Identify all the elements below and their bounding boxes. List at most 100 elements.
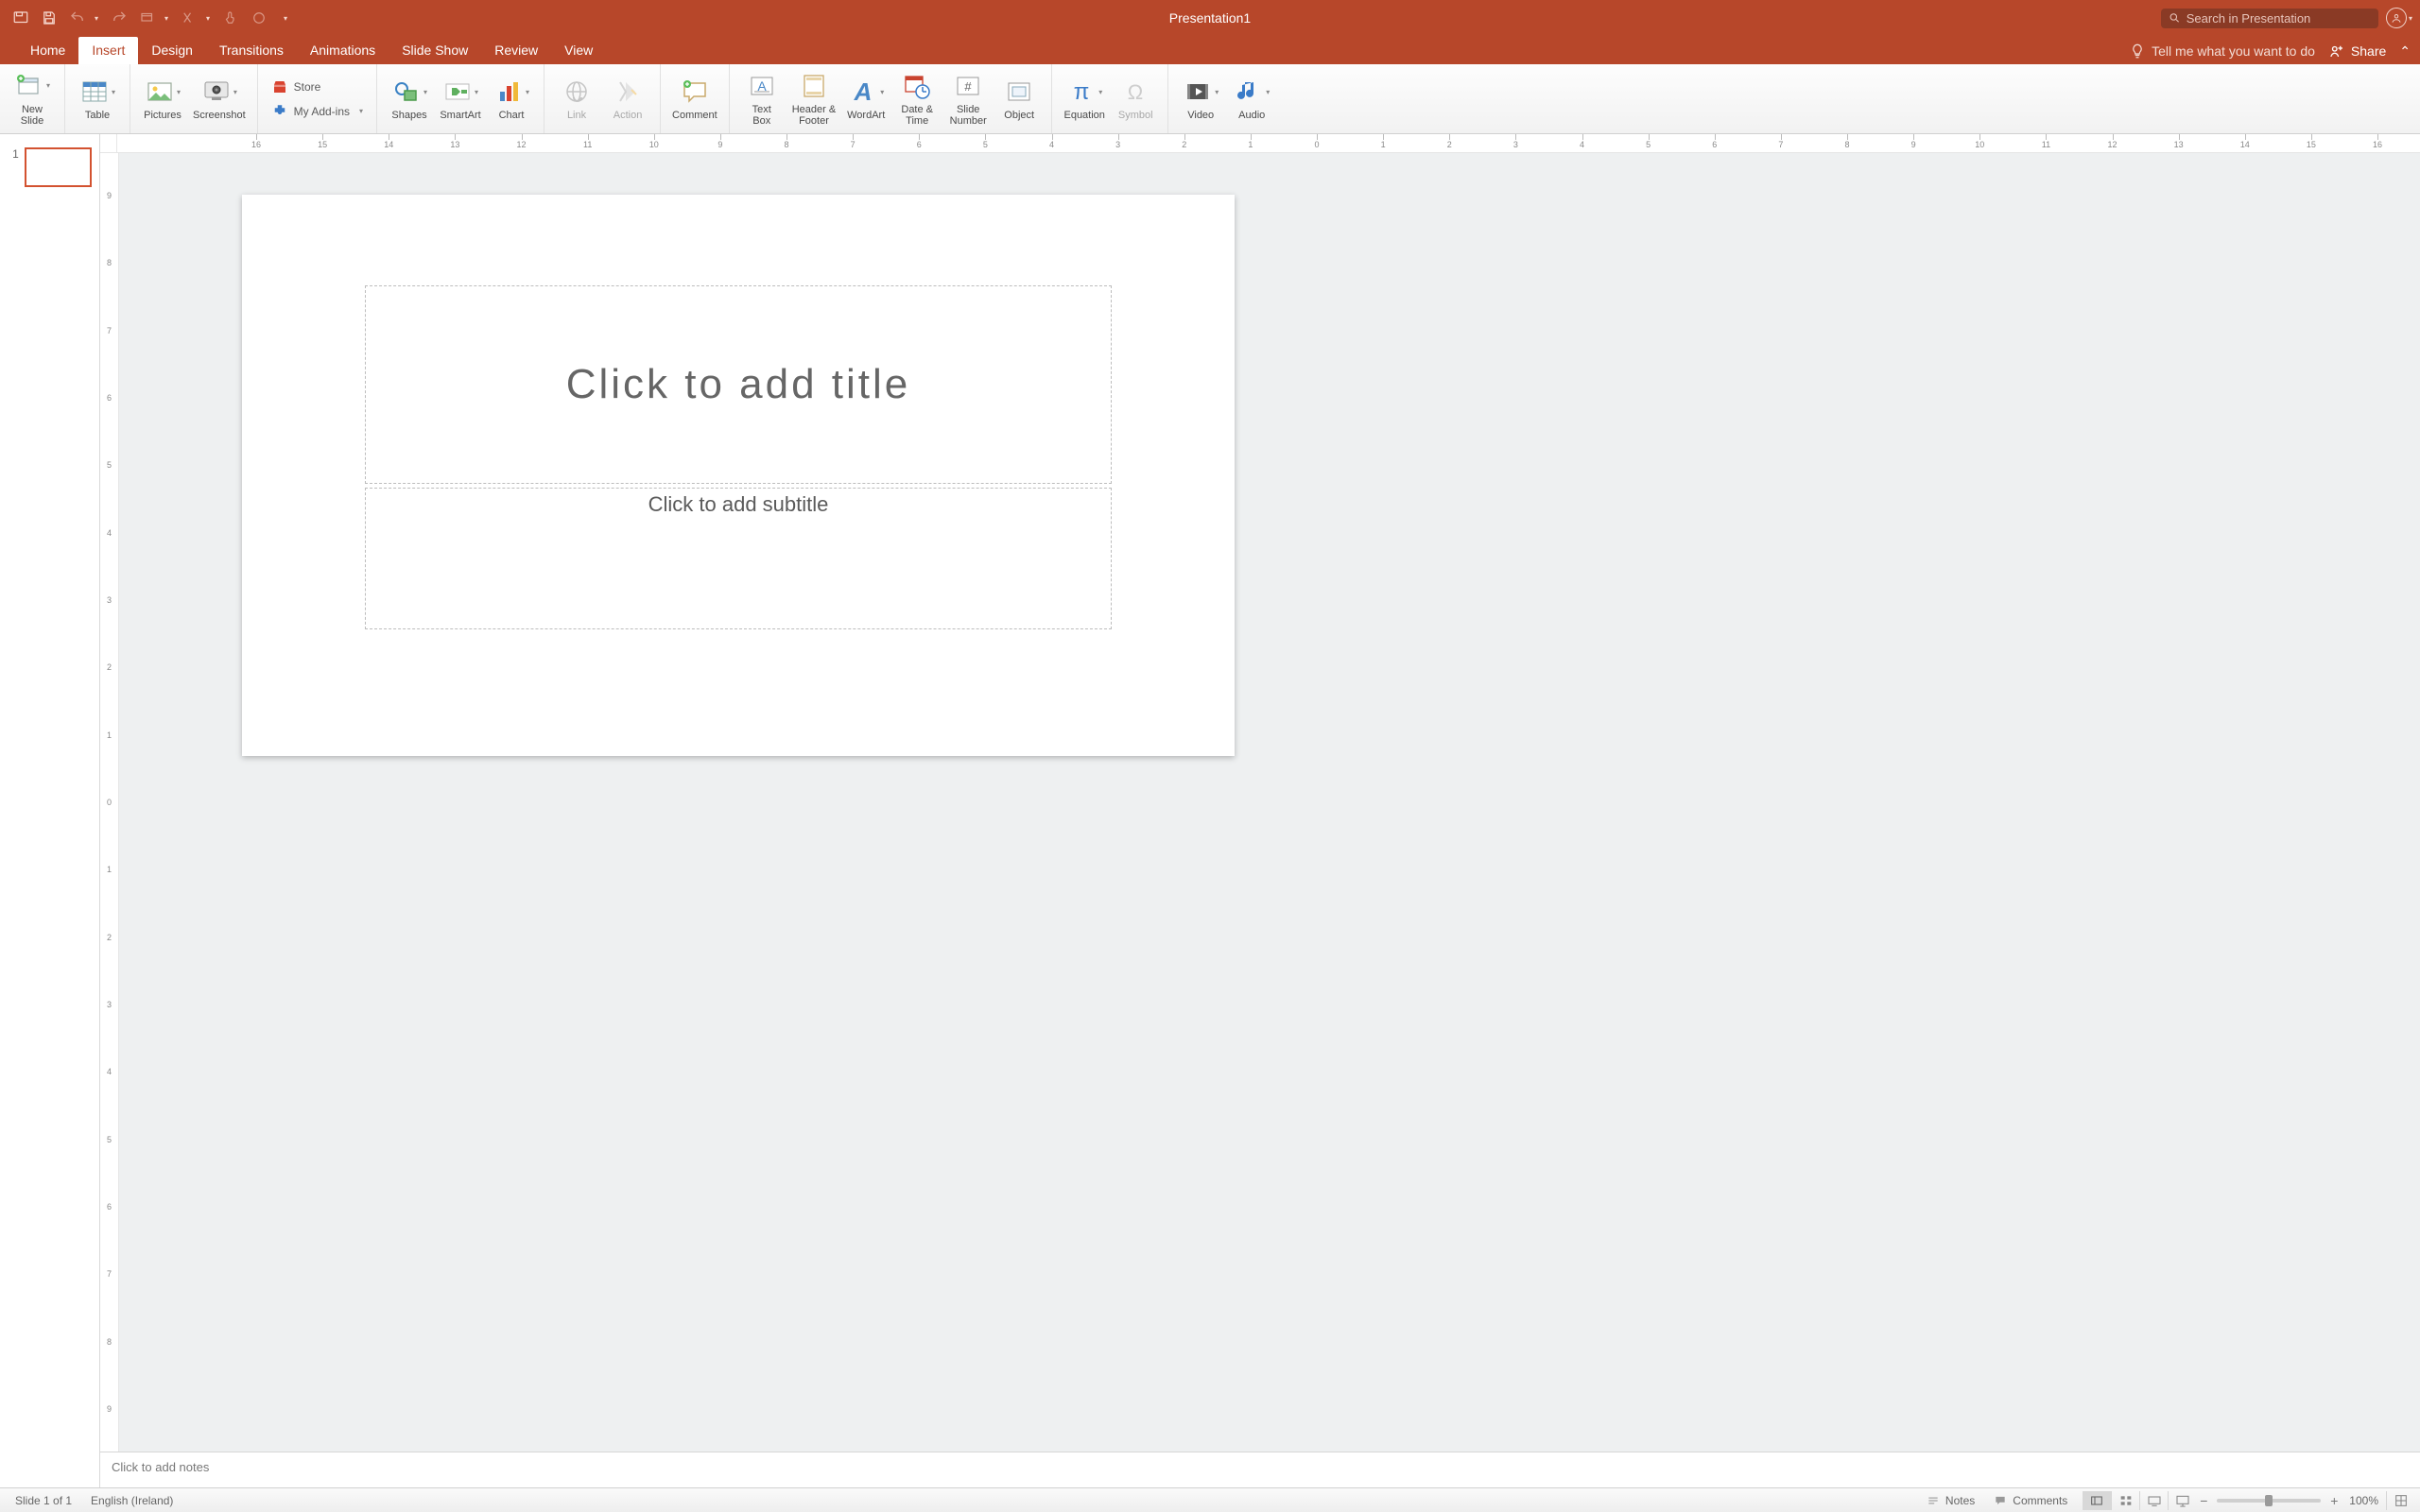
zoom-slider-knob[interactable] [2265, 1495, 2273, 1506]
object-button[interactable]: Object [994, 68, 1044, 129]
zoom-in-button[interactable]: + [2326, 1493, 2342, 1508]
cut-icon[interactable] [176, 6, 202, 30]
screenshot-label: Screenshot [193, 110, 246, 122]
store-label: Store [294, 80, 321, 94]
touch-icon[interactable] [217, 6, 244, 30]
wordart-label: WordArt [847, 110, 885, 122]
wordart-icon: A [848, 77, 878, 107]
autosave-icon[interactable] [8, 6, 34, 30]
status-slide-count[interactable]: Slide 1 of 1 [6, 1494, 81, 1507]
video-button[interactable]: ▾ Video [1176, 68, 1225, 129]
my-addins-button[interactable]: My Add-ins ▾ [268, 101, 367, 122]
slide-thumbnails-pane[interactable]: 1 [0, 134, 100, 1487]
view-sorter-button[interactable] [2111, 1491, 2139, 1510]
action-button[interactable]: Action [603, 68, 652, 129]
notes-pane[interactable]: Click to add notes [100, 1452, 2420, 1487]
ribbon: ▾ New Slide ▾ Table ▾ Pictures ▾ [0, 64, 2420, 134]
tab-view[interactable]: View [551, 37, 606, 64]
shapes-label: Shapes [391, 110, 426, 122]
symbol-button[interactable]: Ω Symbol [1111, 68, 1160, 129]
slide-stage[interactable]: Click to add title Click to add subtitle [119, 153, 2420, 1452]
date-time-button[interactable]: Date & Time [892, 68, 942, 129]
thumbnail-index: 1 [8, 147, 19, 161]
search-box[interactable] [2161, 9, 2378, 28]
view-sorter-icon [2118, 1493, 2134, 1508]
smartart-button[interactable]: ▾ SmartArt [436, 68, 485, 129]
header-footer-button[interactable]: Header & Footer [788, 68, 839, 129]
view-reading-button[interactable] [2139, 1491, 2168, 1510]
redo-icon[interactable] [106, 6, 132, 30]
collapse-ribbon-icon[interactable]: ⌃ [2399, 43, 2411, 60]
screenshot-button[interactable]: ▾ Screenshot [189, 68, 250, 129]
audio-button[interactable]: ▾ Audio [1227, 68, 1276, 129]
save-icon[interactable] [36, 6, 62, 30]
wordart-button[interactable]: A▾ WordArt [841, 68, 890, 129]
chart-icon [493, 77, 524, 107]
title-placeholder[interactable]: Click to add title [365, 285, 1112, 484]
pictures-button[interactable]: ▾ Pictures [138, 68, 187, 129]
tab-review[interactable]: Review [481, 37, 551, 64]
qat-customize-dropdown[interactable]: ▾ [282, 14, 289, 23]
chart-button[interactable]: ▾ Chart [487, 68, 536, 129]
tab-transitions[interactable]: Transitions [206, 37, 297, 64]
header-footer-label: Header & Footer [792, 104, 836, 128]
vertical-ruler: 9876543210123456789 [100, 153, 119, 1452]
slide-number-icon: # [953, 71, 983, 101]
zoom-level[interactable]: 100% [2342, 1494, 2386, 1507]
action-label: Action [614, 110, 643, 122]
thumbnail-row[interactable]: 1 [8, 147, 92, 187]
group-slides: ▾ New Slide [0, 64, 65, 133]
undo-dropdown[interactable]: ▾ [93, 14, 100, 23]
group-media: ▾ Video ▾ Audio [1168, 64, 1284, 133]
store-button[interactable]: Store [268, 77, 367, 97]
view-normal-button[interactable] [2083, 1491, 2111, 1510]
link-button[interactable]: Link [552, 68, 601, 129]
share-button[interactable]: Share [2328, 43, 2386, 60]
account-icon[interactable] [2386, 8, 2407, 28]
equation-label: Equation [1063, 110, 1104, 122]
group-text: A Text Box Header & Footer A▾ WordArt Da… [730, 64, 1052, 133]
equation-button[interactable]: π▾ Equation [1060, 68, 1109, 129]
undo-icon[interactable] [64, 6, 91, 30]
group-images: ▾ Pictures ▾ Screenshot [130, 64, 258, 133]
tab-insert[interactable]: Insert [78, 37, 138, 64]
comments-icon [1994, 1494, 2007, 1507]
cut-dropdown[interactable]: ▾ [204, 14, 212, 23]
status-comments-button[interactable]: Comments [1984, 1494, 2077, 1507]
slide-number-button[interactable]: # Slide Number [943, 68, 993, 129]
status-notes-button[interactable]: Notes [1917, 1494, 1984, 1507]
group-addins: Store My Add-ins ▾ [258, 64, 377, 133]
object-label: Object [1004, 110, 1034, 122]
thumbnail-1[interactable] [25, 147, 92, 187]
account-dropdown[interactable]: ▾ [2409, 14, 2412, 23]
search-input[interactable] [2187, 11, 2371, 26]
slide-number-label: Slide Number [950, 104, 987, 128]
tab-home[interactable]: Home [17, 37, 78, 64]
tab-animations[interactable]: Animations [297, 37, 389, 64]
video-icon [1183, 77, 1213, 107]
insert-slide-dropdown[interactable]: ▾ [163, 14, 170, 23]
table-button[interactable]: ▾ Table [73, 68, 122, 129]
new-slide-button[interactable]: ▾ New Slide [8, 68, 57, 129]
zoom-out-button[interactable]: − [2196, 1493, 2211, 1508]
view-slideshow-button[interactable] [2168, 1491, 2196, 1510]
status-language[interactable]: English (Ireland) [81, 1494, 182, 1507]
zoom-slider[interactable] [2217, 1499, 2321, 1503]
text-box-button[interactable]: A Text Box [737, 68, 786, 129]
subtitle-placeholder[interactable]: Click to add subtitle [365, 488, 1112, 629]
record-icon[interactable] [246, 6, 272, 30]
tell-me-search[interactable]: Tell me what you want to do [2129, 43, 2315, 60]
tab-slide-show[interactable]: Slide Show [389, 37, 481, 64]
shapes-button[interactable]: ▾ Shapes [385, 68, 434, 129]
comment-button[interactable]: Comment [668, 68, 721, 129]
store-icon [271, 78, 288, 95]
insert-slide-icon[interactable] [134, 6, 161, 30]
notes-icon [1927, 1494, 1940, 1507]
slide-canvas[interactable]: Click to add title Click to add subtitle [242, 195, 1235, 756]
fit-to-window-button[interactable] [2386, 1491, 2414, 1510]
video-label: Video [1187, 110, 1214, 122]
group-symbols: π▾ Equation Ω Symbol [1052, 64, 1168, 133]
svg-text:Ω: Ω [1128, 80, 1143, 104]
view-reading-icon [2147, 1493, 2162, 1508]
tab-design[interactable]: Design [138, 37, 206, 64]
